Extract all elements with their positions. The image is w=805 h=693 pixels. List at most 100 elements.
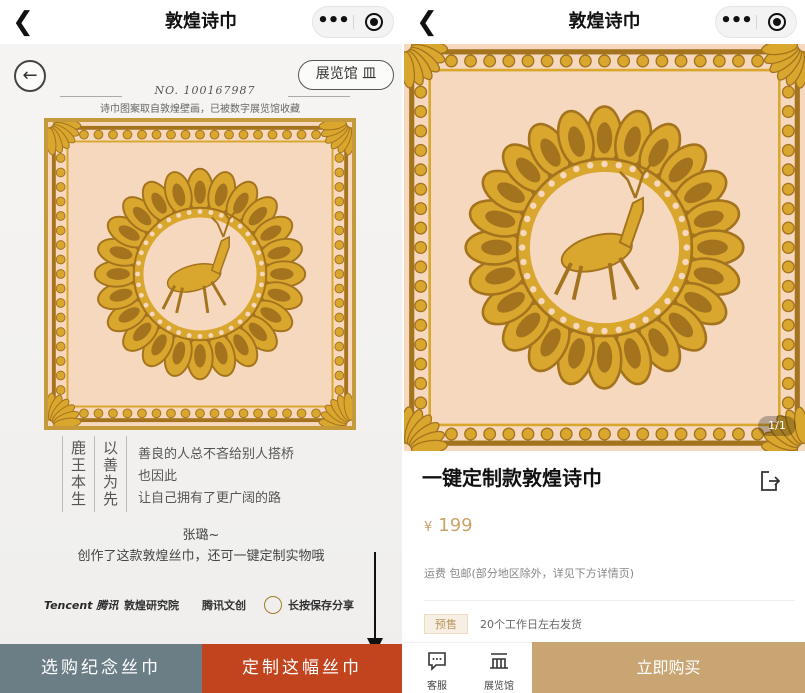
border-bead xyxy=(238,129,249,140)
back-chevron-icon[interactable]: ❮ xyxy=(8,6,38,38)
petal-inner xyxy=(596,122,613,154)
border-bead xyxy=(598,427,611,441)
border-bead xyxy=(578,54,592,68)
price: ¥199 xyxy=(424,515,473,536)
border-bead xyxy=(224,408,234,419)
ring-bead xyxy=(530,285,537,293)
ring-bead xyxy=(136,260,142,266)
ring-bead xyxy=(136,282,142,288)
back-chevron-icon[interactable]: ❮ xyxy=(412,6,442,38)
poem-line: 也因此 xyxy=(138,469,178,484)
ring-bead xyxy=(157,223,163,229)
tab-gallery[interactable]: 展览馆 xyxy=(470,643,528,693)
ring-bead xyxy=(166,217,172,223)
border-bead xyxy=(414,202,428,216)
ring-bead xyxy=(629,165,636,173)
save-share-hint: 长按保存分享 xyxy=(288,599,354,612)
capsule-divider xyxy=(353,15,354,29)
ring-bead xyxy=(143,302,149,308)
border-bead xyxy=(617,54,631,68)
border-bead xyxy=(732,427,745,441)
partner-logos: Tencent 腾讯 敦煌研究院 腾讯文创 长按保存分享 xyxy=(44,596,364,616)
ring-bead xyxy=(560,171,567,179)
ring-bead xyxy=(256,250,262,256)
ring-bead xyxy=(601,160,608,168)
border-bead xyxy=(55,356,66,366)
ring-bead xyxy=(654,180,661,187)
border-bead xyxy=(267,129,278,140)
ring-bead xyxy=(520,229,527,237)
ring-bead xyxy=(523,215,531,223)
buy-now-button[interactable]: 立即购买 xyxy=(532,642,805,693)
ring-bead xyxy=(186,332,192,338)
border-bead xyxy=(483,427,497,441)
poem-divider xyxy=(62,436,63,512)
image-counter: 1/1 xyxy=(758,416,796,436)
border-bead xyxy=(781,260,795,274)
border-bead xyxy=(151,129,162,140)
border-bead xyxy=(655,54,669,68)
border-bead xyxy=(781,143,795,157)
border-bead xyxy=(781,318,795,332)
border-bead xyxy=(55,225,66,236)
petal-inner xyxy=(596,341,613,373)
author-name: 张璐~ xyxy=(182,528,220,543)
ring-bead xyxy=(654,308,661,315)
chat-icon xyxy=(428,652,446,671)
border-bead xyxy=(781,105,795,119)
border-bead xyxy=(414,85,428,99)
shipping-info: 运费 包邮(部分地区除外，详见下方详情页) xyxy=(424,567,635,580)
border-bead xyxy=(414,396,428,410)
border-bead xyxy=(209,129,220,140)
annotation-arrow xyxy=(374,552,376,644)
border-bead xyxy=(55,385,66,395)
nav-bar: ❮ 敦煌诗巾 ••• xyxy=(404,0,805,44)
ring-bead xyxy=(587,326,594,333)
gallery-button[interactable]: 展览馆 皿 xyxy=(298,60,394,90)
border-bead xyxy=(334,312,345,323)
border-bead xyxy=(334,298,345,308)
border-bead xyxy=(55,370,66,381)
tab-customer-service[interactable]: 客服 xyxy=(408,643,466,693)
close-target-icon[interactable] xyxy=(365,13,383,31)
customize-scarf-button[interactable]: 定制这幅丝巾 xyxy=(202,644,402,693)
border-bead xyxy=(636,54,650,68)
border-bead xyxy=(559,54,573,68)
border-bead xyxy=(617,427,631,441)
border-bead xyxy=(334,327,345,337)
border-bead xyxy=(781,279,795,293)
border-bead xyxy=(334,254,345,265)
more-dots-icon[interactable]: ••• xyxy=(313,7,353,37)
ring-bead xyxy=(519,244,526,251)
ring-bead xyxy=(520,258,527,266)
border-bead xyxy=(334,356,345,366)
ring-bead xyxy=(245,231,251,237)
ring-bead xyxy=(251,302,257,308)
poem-block: 鹿王本生 以善为先 善良的人总不吝给别人搭桥 也因此 让自己拥有了更广阔的路 xyxy=(62,436,302,516)
border-bead xyxy=(137,129,147,140)
petal-inner xyxy=(194,180,206,204)
border-bead xyxy=(334,196,345,207)
border-bead xyxy=(55,182,66,192)
tagline: 诗巾图案取自敦煌壁画，已被数字展览馆收藏 xyxy=(100,104,300,115)
product-image[interactable] xyxy=(404,44,805,451)
border-bead xyxy=(282,129,292,140)
buy-souvenir-button[interactable]: 选购纪念丝巾 xyxy=(0,644,202,693)
border-bead xyxy=(55,167,66,178)
border-bead xyxy=(166,408,176,419)
close-target-icon[interactable] xyxy=(768,13,786,31)
mini-program-capsule: ••• xyxy=(715,6,797,38)
more-dots-icon[interactable]: ••• xyxy=(716,7,756,37)
serial-rule-right xyxy=(288,96,350,97)
border-bead xyxy=(781,299,795,313)
border-bead xyxy=(334,153,345,163)
border-bead xyxy=(414,338,428,352)
border-bead xyxy=(93,408,104,419)
border-bead xyxy=(483,54,497,68)
back-arrow-icon[interactable]: ← xyxy=(14,60,46,92)
gallery-icon xyxy=(490,653,508,669)
border-bead xyxy=(464,427,477,441)
border-bead xyxy=(414,124,428,138)
share-icon[interactable] xyxy=(760,470,780,492)
border-bead xyxy=(238,408,249,419)
